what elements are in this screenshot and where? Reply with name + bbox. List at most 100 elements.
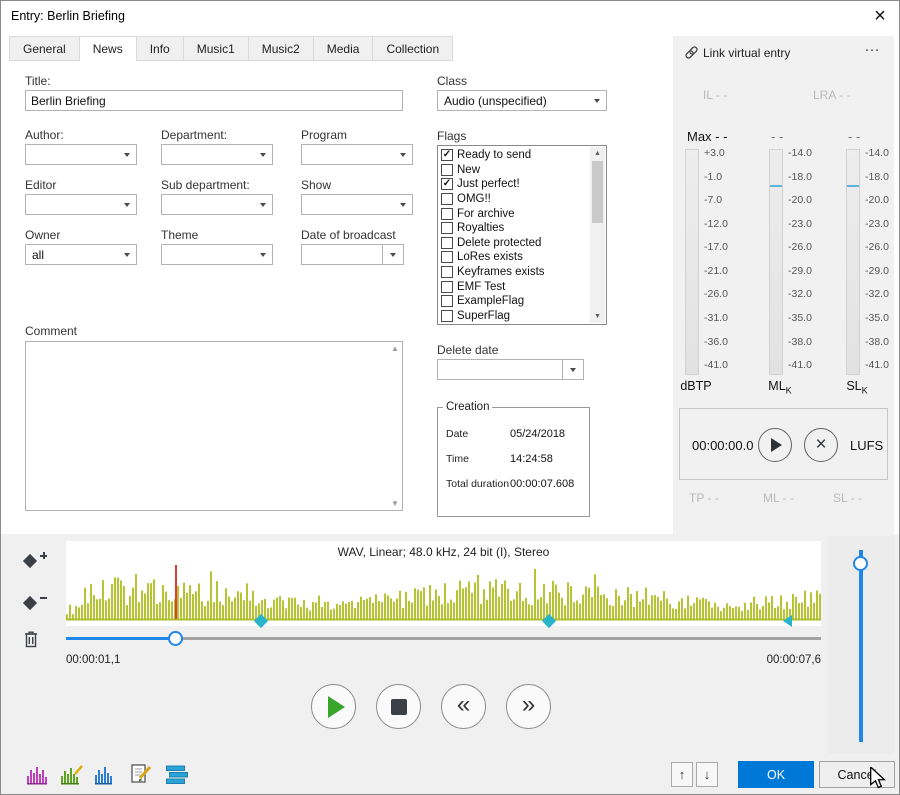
delete-date-input[interactable] [437, 359, 563, 380]
meter-tick: -38.0 [865, 336, 889, 348]
field-combo-sub-department[interactable] [161, 194, 273, 215]
tab-general[interactable]: General [9, 36, 80, 61]
checkbox-unchecked[interactable] [441, 266, 453, 278]
playhead-marker[interactable] [175, 565, 177, 619]
checkbox-unchecked[interactable] [441, 164, 453, 176]
scroll-up-icon[interactable]: ▲ [590, 147, 605, 160]
close-icon[interactable]: × [867, 3, 893, 29]
waveform-blue-icon[interactable] [93, 762, 119, 788]
move-up-button[interactable]: ↑ [671, 762, 693, 787]
checkbox-unchecked[interactable] [441, 251, 453, 263]
checkbox-unchecked[interactable] [441, 222, 453, 234]
flags-scrollbar[interactable]: ▲ ▼ [590, 147, 605, 323]
flag-label: Keyframes exists [457, 266, 545, 278]
slider-thumb[interactable] [168, 631, 183, 646]
waveform-image [66, 561, 821, 625]
link-icon [684, 45, 699, 60]
edit-text-icon[interactable] [129, 762, 155, 788]
plus-icon [40, 552, 48, 560]
field-combo-program[interactable] [301, 144, 413, 165]
flag-item-emf-test[interactable]: EMF Test [441, 279, 589, 294]
checkbox-checked[interactable]: ✓ [441, 149, 453, 161]
waveform-display[interactable]: WAV, Linear; 48.0 kHz, 24 bit (I), Stere… [66, 541, 821, 626]
meter-tick: -14.0 [865, 147, 889, 159]
meter-tick: -29.0 [788, 265, 812, 277]
tab-music1[interactable]: Music1 [184, 36, 249, 61]
flag-label: Ready to send [457, 149, 531, 161]
field-combo-editor[interactable] [25, 194, 137, 215]
tab-collection[interactable]: Collection [373, 36, 453, 61]
measure-cancel-button[interactable]: × [804, 428, 838, 462]
flag-item-lores-exists[interactable]: LoRes exists [441, 250, 589, 265]
flag-label: New [457, 164, 480, 176]
scrollbar-thumb[interactable] [592, 161, 603, 223]
creation-row-time: Time14:24:58 [438, 446, 589, 471]
skip-back-button[interactable]: « [441, 684, 486, 729]
audio-format-label: WAV, Linear; 48.0 kHz, 24 bit (I), Stere… [66, 545, 821, 559]
chevron-down-icon [124, 203, 130, 207]
meter-unit-label: dBTP [677, 379, 715, 396]
stop-button[interactable] [376, 684, 421, 729]
volume-slider-track[interactable] [859, 550, 863, 742]
field-combo-owner[interactable]: all [25, 244, 137, 265]
flag-item-just-perfect[interactable]: ✓Just perfect! [441, 177, 589, 192]
checkbox-unchecked[interactable] [441, 295, 453, 307]
field-combo-show[interactable] [301, 194, 413, 215]
measure-play-button[interactable] [758, 428, 792, 462]
flag-item-delete-protected[interactable]: Delete protected [441, 236, 589, 251]
flag-item-ready-to-send[interactable]: ✓ Ready to send [441, 148, 589, 163]
field-combo-author[interactable] [25, 144, 137, 165]
flag-item-keyframes-exists[interactable]: Keyframes exists [441, 265, 589, 280]
flag-item-royalties[interactable]: Royalties [441, 221, 589, 236]
flag-item-for-archive[interactable]: For archive [441, 206, 589, 221]
delete-date-dropdown-button[interactable] [563, 359, 584, 380]
class-combo[interactable]: Audio (unspecified) [437, 90, 607, 111]
volume-slider-thumb[interactable] [853, 556, 868, 571]
comment-input[interactable] [25, 341, 403, 511]
delete-markers-button[interactable] [23, 630, 53, 650]
layers-icon[interactable] [164, 762, 190, 788]
meter-target-line [847, 185, 859, 187]
scroll-down-icon[interactable]: ▼ [391, 499, 399, 508]
add-marker-button[interactable] [23, 552, 53, 570]
position-slider[interactable] [66, 631, 821, 647]
checkbox-unchecked[interactable] [441, 281, 453, 293]
field-combo-department[interactable] [161, 144, 273, 165]
checkbox-unchecked[interactable] [441, 310, 453, 322]
scroll-down-icon[interactable]: ▼ [590, 310, 605, 323]
flag-label: LoRes exists [457, 251, 523, 263]
flag-item-new[interactable]: New [441, 163, 589, 178]
flag-item-omg[interactable]: OMG!! [441, 192, 589, 207]
tab-news[interactable]: News [80, 36, 137, 61]
footer-bar: ↑ ↓ OK Cancel [1, 756, 900, 795]
ok-button[interactable]: OK [738, 761, 814, 788]
tab-music2[interactable]: Music2 [249, 36, 314, 61]
flag-item-exampleflag[interactable]: ExampleFlag [441, 294, 589, 309]
field-input-date-of-broadcast[interactable] [301, 244, 383, 265]
field-dropdown-button-date-of-broadcast[interactable] [383, 244, 404, 265]
tab-media[interactable]: Media [314, 36, 374, 61]
flag-item-superflag[interactable]: SuperFlag [441, 309, 589, 324]
checkbox-unchecked[interactable] [441, 193, 453, 205]
delete-date-label: Delete date [437, 343, 498, 357]
title-input[interactable] [25, 90, 403, 111]
remove-marker-button[interactable] [23, 594, 53, 612]
waveform-green-icon[interactable] [59, 762, 85, 788]
end-marker-triangle[interactable] [783, 615, 792, 627]
skip-forward-button[interactable]: » [506, 684, 551, 729]
loudness-panel: Link virtual entry … IL - - LRA - - 00:0… [673, 36, 894, 534]
loudness-player-box: 00:00:00.0 × LUFS [679, 408, 888, 480]
play-button[interactable] [311, 684, 356, 729]
field-combo-theme[interactable] [161, 244, 273, 265]
checkbox-checked[interactable]: ✓ [441, 178, 453, 190]
chevron-down-icon [400, 203, 406, 207]
checkbox-unchecked[interactable] [441, 237, 453, 249]
tab-info[interactable]: Info [137, 36, 184, 61]
move-down-button[interactable]: ↓ [696, 762, 718, 787]
more-menu-icon[interactable]: … [864, 38, 880, 56]
waveform-magenta-icon[interactable] [25, 762, 51, 788]
scroll-up-icon[interactable]: ▲ [391, 344, 399, 353]
current-time-label: 00:00:01,1 [66, 654, 120, 666]
link-virtual-entry-label[interactable]: Link virtual entry [703, 46, 790, 60]
checkbox-unchecked[interactable] [441, 208, 453, 220]
